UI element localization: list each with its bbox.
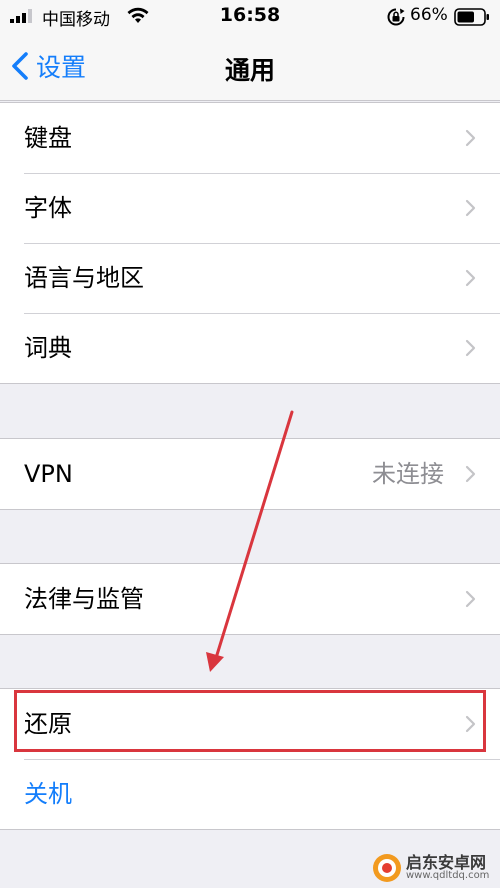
settings-row-vpn[interactable]: VPN 未连接 [0,439,500,509]
page-title: 通用 [224,56,275,85]
chevron-right-icon [465,339,476,357]
settings-group-reset: 还原 关机 [0,688,500,830]
settings-row-language-region[interactable]: 语言与地区 [0,243,500,313]
chevron-right-icon [465,590,476,608]
settings-row-keyboard[interactable]: 键盘 [0,103,500,173]
chevron-right-icon [465,465,476,483]
battery-icon [454,8,489,26]
chevron-right-icon [465,129,476,147]
row-label: 词典 [24,334,72,362]
watermark: 启东安卓网 www.qdltdq.com [372,853,489,883]
battery-percentage: 66% [410,5,448,25]
settings-group-input: 键盘 字体 语言与地区 词典 [0,102,500,384]
settings-group-legal: 法律与监管 [0,563,500,635]
row-label: 还原 [24,710,72,738]
row-label: 键盘 [24,124,72,152]
vpn-status-value: 未连接 [372,460,444,488]
row-label: 语言与地区 [24,264,144,292]
watermark-url: www.qdltdq.com [406,870,490,881]
watermark-logo-icon [373,854,401,882]
settings-row-shut-down[interactable]: 关机 [0,759,500,829]
shut-down-label: 关机 [24,780,72,808]
status-bar: 中国移动 16:58 66% [0,0,500,34]
settings-row-dictionary[interactable]: 词典 [0,313,500,383]
settings-group-vpn: VPN 未连接 [0,438,500,510]
navigation-bar: 设置 通用 [0,34,500,101]
row-label: VPN [24,460,73,488]
chevron-right-icon [465,199,476,217]
settings-row-reset[interactable]: 还原 [0,689,500,759]
chevron-right-icon [465,715,476,733]
watermark-name: 启东安卓网 [406,853,487,872]
row-label: 法律与监管 [24,585,144,613]
settings-row-legal-regulatory[interactable]: 法律与监管 [0,564,500,634]
settings-row-fonts[interactable]: 字体 [0,173,500,243]
orientation-lock-icon [387,8,405,26]
chevron-right-icon [465,269,476,287]
row-label: 字体 [24,194,72,222]
